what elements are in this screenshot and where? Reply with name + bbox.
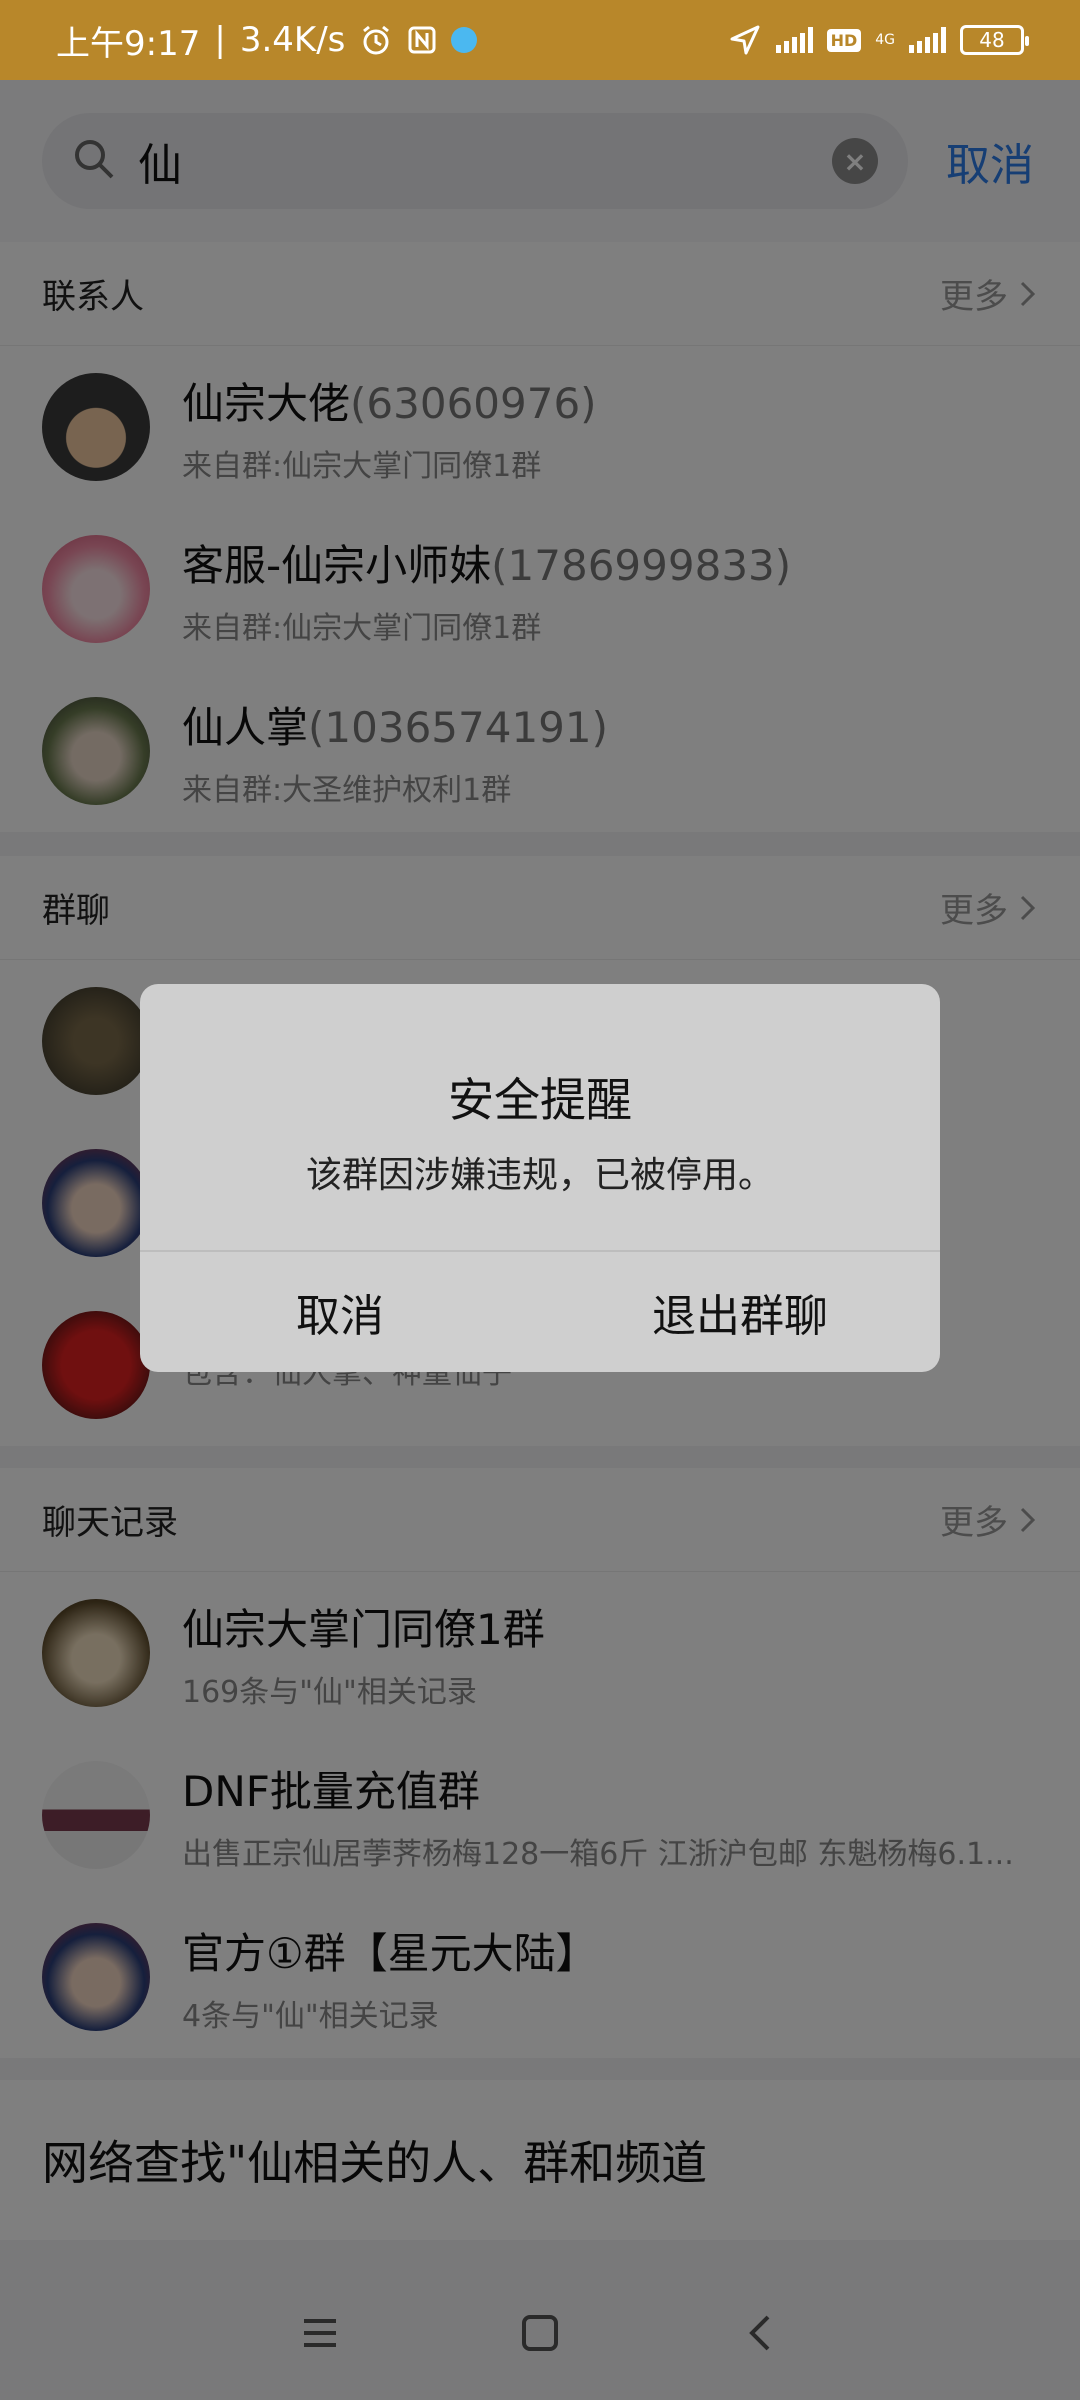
status-bar: 上午9:17 | 3.4K/s HD 4G 48 xyxy=(0,0,1080,80)
app-notification-icon xyxy=(451,27,478,53)
dialog-cancel-button[interactable]: 取消 xyxy=(140,1252,540,1372)
status-separator: | xyxy=(214,20,226,60)
dialog-title: 安全提醒 xyxy=(448,1073,632,1127)
battery-level: 48 xyxy=(979,28,1005,52)
dialog-message: 该群因涉嫌违规，已被停用。 xyxy=(305,1155,774,1196)
signal-icon-2 xyxy=(909,27,946,53)
signal-icon xyxy=(775,27,813,53)
leave-group-button[interactable]: 退出群聊 xyxy=(540,1252,940,1372)
dialog-actions: 取消 退出群聊 xyxy=(140,1252,940,1372)
nfc-icon xyxy=(407,25,437,55)
network-speed: 3.4K/s xyxy=(239,20,346,60)
status-time: 上午9:17 xyxy=(56,23,201,64)
location-icon xyxy=(728,23,762,57)
network-type: 4G xyxy=(875,32,895,48)
security-alert-dialog: 安全提醒 该群因涉嫌违规，已被停用。 取消 退出群聊 xyxy=(140,984,940,1372)
hd-icon: HD xyxy=(826,28,862,52)
alarm-icon xyxy=(359,23,393,57)
battery-icon: 48 xyxy=(960,25,1029,55)
